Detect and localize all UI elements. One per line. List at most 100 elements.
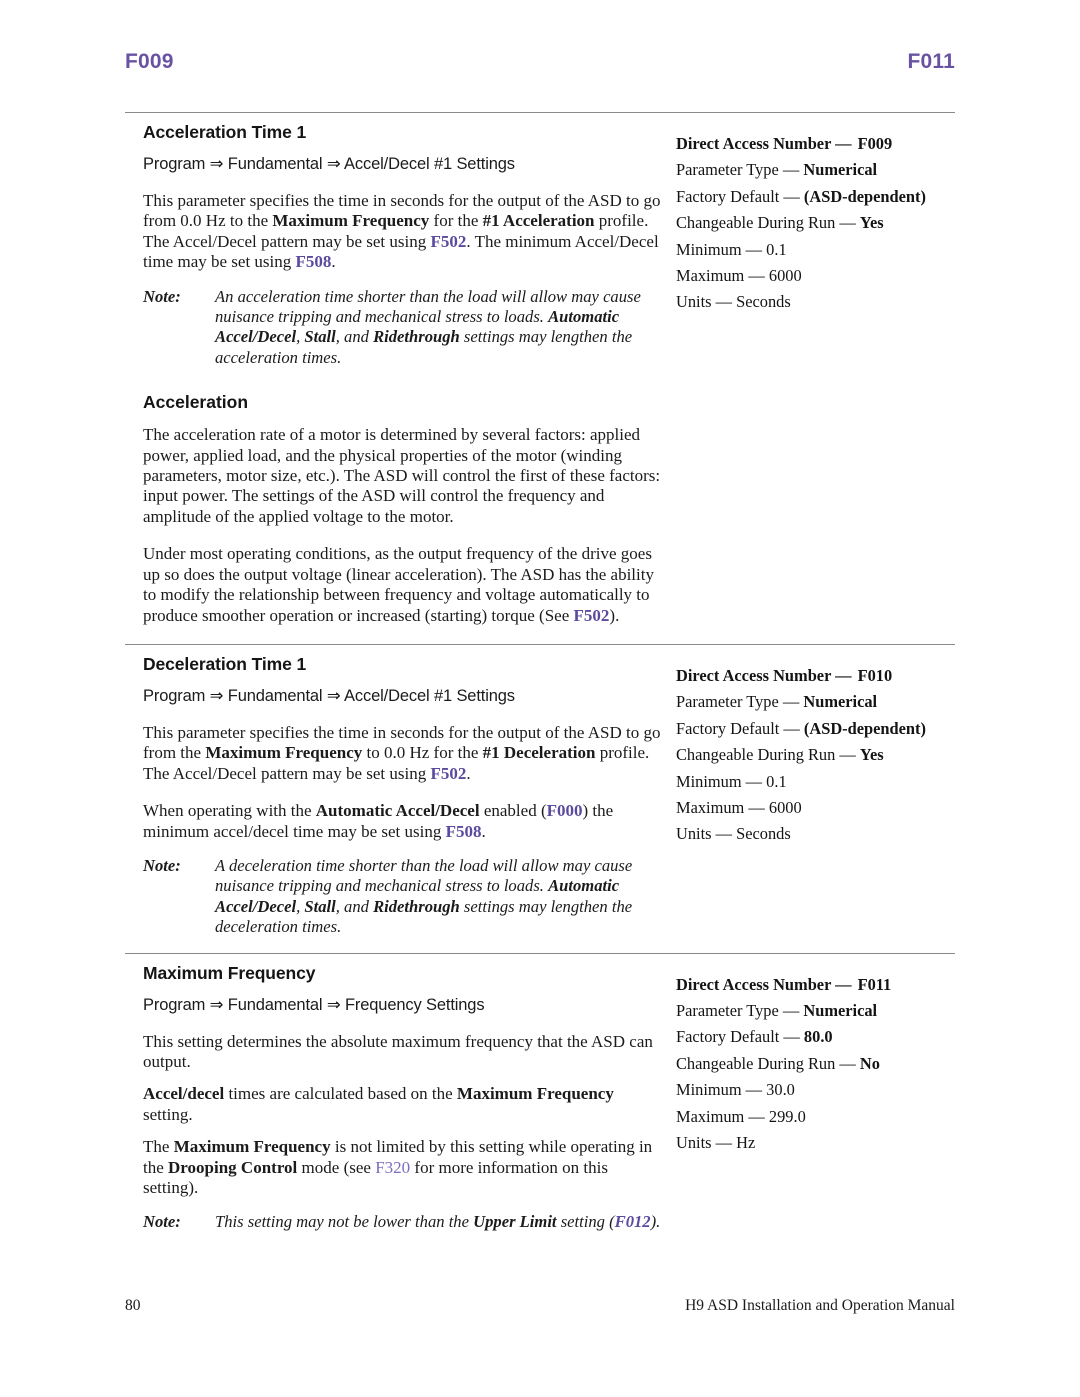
- spec-value: No: [859, 1053, 880, 1073]
- spec-label: Direct Access Number —: [676, 974, 852, 994]
- spec-label: Changeable During Run —: [676, 745, 856, 765]
- spec-row-minimum: Minimum — 0.1: [676, 237, 976, 263]
- spec-label: Changeable During Run —: [676, 1053, 856, 1073]
- note-block: Note: A deceleration time shorter than t…: [143, 856, 665, 938]
- parameter-reference-f508[interactable]: F508: [296, 252, 332, 271]
- spec-row-factory-default: Factory Default — (ASD-dependent): [676, 716, 976, 742]
- parameter-reference-f012[interactable]: F012: [615, 1212, 651, 1231]
- spec-label: Direct Access Number —: [676, 665, 852, 685]
- manual-title: H9 ASD Installation and Operation Manual: [685, 1297, 955, 1314]
- running-head-right: F011: [907, 50, 955, 73]
- spec-row-units: Units — Hz: [676, 1130, 976, 1156]
- spec-label: Maximum —: [676, 797, 765, 817]
- page-footer: 80 H9 ASD Installation and Operation Man…: [125, 1297, 955, 1315]
- parameter-reference-f508[interactable]: F508: [446, 822, 482, 841]
- spec-value: F010: [857, 665, 893, 685]
- spec-value: 6000: [768, 797, 802, 817]
- spec-value: 30.0: [766, 1080, 795, 1100]
- spec-value: Yes: [859, 213, 884, 233]
- spec-label: Minimum —: [676, 771, 763, 791]
- spec-value: 6000: [768, 266, 802, 286]
- spec-row-changeable-during-run: Changeable During Run — No: [676, 1051, 976, 1077]
- parameter-reference-f000[interactable]: F000: [547, 801, 583, 820]
- parameter-reference-f502[interactable]: F502: [430, 764, 466, 783]
- spec-row-maximum: Maximum — 6000: [676, 263, 976, 289]
- left-column: Maximum Frequency Program ⇒ Fundamental …: [143, 963, 665, 1233]
- right-column-spec: Direct Access Number — F009 Parameter Typ…: [676, 122, 976, 316]
- spec-row-changeable-during-run: Changeable During Run — Yes: [676, 210, 976, 236]
- section-acceleration-time-1: Acceleration Time 1 Program ⇒ Fundamenta…: [125, 122, 955, 626]
- section-paragraph: This parameter specifies the time in sec…: [143, 191, 661, 272]
- subsection-paragraph: The acceleration rate of a motor is dete…: [143, 425, 661, 526]
- parameter-reference-f502[interactable]: F502: [430, 232, 466, 251]
- spec-label: Units —: [676, 1133, 733, 1152]
- spec-value: (ASD-dependent): [803, 186, 926, 206]
- spec-list: Direct Access Number — F009 Parameter Typ…: [676, 131, 976, 316]
- spec-value: Yes: [859, 745, 884, 765]
- spec-label: Parameter Type —: [676, 160, 800, 180]
- section-title: Acceleration Time 1: [143, 122, 307, 142]
- spec-row-changeable-during-run: Changeable During Run — Yes: [676, 742, 976, 768]
- parameter-reference-f502[interactable]: F502: [574, 606, 610, 625]
- right-column-spec: Direct Access Number — F010 Parameter Typ…: [676, 654, 976, 848]
- running-head-left: F009: [125, 50, 174, 73]
- spec-label: Minimum —: [676, 239, 763, 259]
- subsection-title: Acceleration: [143, 392, 249, 413]
- spec-label: Factory Default —: [676, 186, 800, 206]
- spec-value: F009: [857, 134, 893, 153]
- left-column: Deceleration Time 1 Program ⇒ Fundamenta…: [143, 654, 665, 938]
- spec-label: Parameter Type —: [676, 692, 800, 712]
- subsection-paragraph: Under most operating conditions, as the …: [143, 544, 654, 625]
- two-column-block: Acceleration Time 1 Program ⇒ Fundamenta…: [125, 122, 955, 626]
- note-text: An acceleration time shorter than the lo…: [215, 286, 641, 367]
- spec-label: Factory Default —: [676, 718, 800, 738]
- spec-value: 0.1: [766, 771, 787, 791]
- spec-row-factory-default: Factory Default — 80.0: [676, 1024, 976, 1050]
- spec-row-parameter-type: Parameter Type — Numerical: [676, 157, 976, 183]
- spec-label: Factory Default —: [676, 1027, 800, 1047]
- spec-row-direct-access: Direct Access Number — F009: [676, 131, 976, 157]
- note-text: A deceleration time shorter than the loa…: [215, 855, 633, 937]
- spec-row-factory-default: Factory Default — (ASD-dependent): [676, 184, 976, 210]
- section-paragraph: When operating with the Automatic Accel/…: [143, 801, 614, 841]
- page-content: Acceleration Time 1 Program ⇒ Fundamenta…: [125, 112, 955, 1233]
- section-paragraph: The Maximum Frequency is not limited by …: [143, 1137, 653, 1197]
- spec-label: Units —: [676, 292, 733, 312]
- spec-row-maximum: Maximum — 299.0: [676, 1104, 976, 1130]
- spec-value: 299.0: [768, 1106, 806, 1126]
- spec-row-units: Units — Seconds: [676, 289, 976, 315]
- two-column-block: Deceleration Time 1 Program ⇒ Fundamenta…: [125, 654, 955, 938]
- spec-value: Numerical: [803, 692, 878, 712]
- spec-value: F011: [857, 974, 892, 994]
- breadcrumb: Program ⇒ Fundamental ⇒ Accel/Decel #1 S…: [143, 155, 515, 173]
- section-maximum-frequency: Maximum Frequency Program ⇒ Fundamental …: [125, 963, 955, 1233]
- spec-list: Direct Access Number — F010 Parameter Typ…: [676, 663, 976, 848]
- spec-label: Maximum —: [676, 1106, 765, 1126]
- section-title: Maximum Frequency: [143, 962, 316, 983]
- note-block: Note: An acceleration time shorter than …: [143, 287, 665, 369]
- section-paragraph: This parameter specifies the time in sec…: [143, 722, 661, 783]
- note-text: This setting may not be lower than the U…: [215, 1212, 661, 1232]
- parameter-reference-f320[interactable]: F320: [375, 1158, 410, 1177]
- spec-row-maximum: Maximum — 6000: [676, 795, 976, 821]
- section-divider: [125, 112, 955, 113]
- spec-value: Numerical: [803, 1000, 878, 1020]
- note-label: Note:: [143, 855, 181, 875]
- section-deceleration-time-1: Deceleration Time 1 Program ⇒ Fundamenta…: [125, 654, 955, 938]
- spec-label: Changeable During Run —: [676, 213, 856, 233]
- section-paragraph: This setting determines the absolute max…: [143, 1031, 653, 1071]
- section-divider: [125, 952, 955, 954]
- spec-value: Seconds: [736, 824, 791, 844]
- document-page: F009 F011 Acceleration Time 1 Program ⇒ …: [0, 0, 1080, 1397]
- spec-row-minimum: Minimum — 0.1: [676, 769, 976, 795]
- breadcrumb: Program ⇒ Fundamental ⇒ Frequency Settin…: [143, 995, 485, 1014]
- spec-value: 0.1: [766, 239, 787, 259]
- spec-label: Maximum —: [676, 266, 765, 286]
- left-column: Acceleration Time 1 Program ⇒ Fundamenta…: [143, 122, 665, 626]
- breadcrumb: Program ⇒ Fundamental ⇒ Accel/Decel #1 S…: [143, 686, 515, 705]
- running-head: F009 F011: [125, 50, 955, 74]
- spec-list: Direct Access Number — F011 Parameter Typ…: [676, 972, 976, 1157]
- spec-label: Direct Access Number —: [676, 134, 852, 153]
- spec-value: 80.0: [803, 1027, 833, 1047]
- spec-row-direct-access: Direct Access Number — F010: [676, 663, 976, 689]
